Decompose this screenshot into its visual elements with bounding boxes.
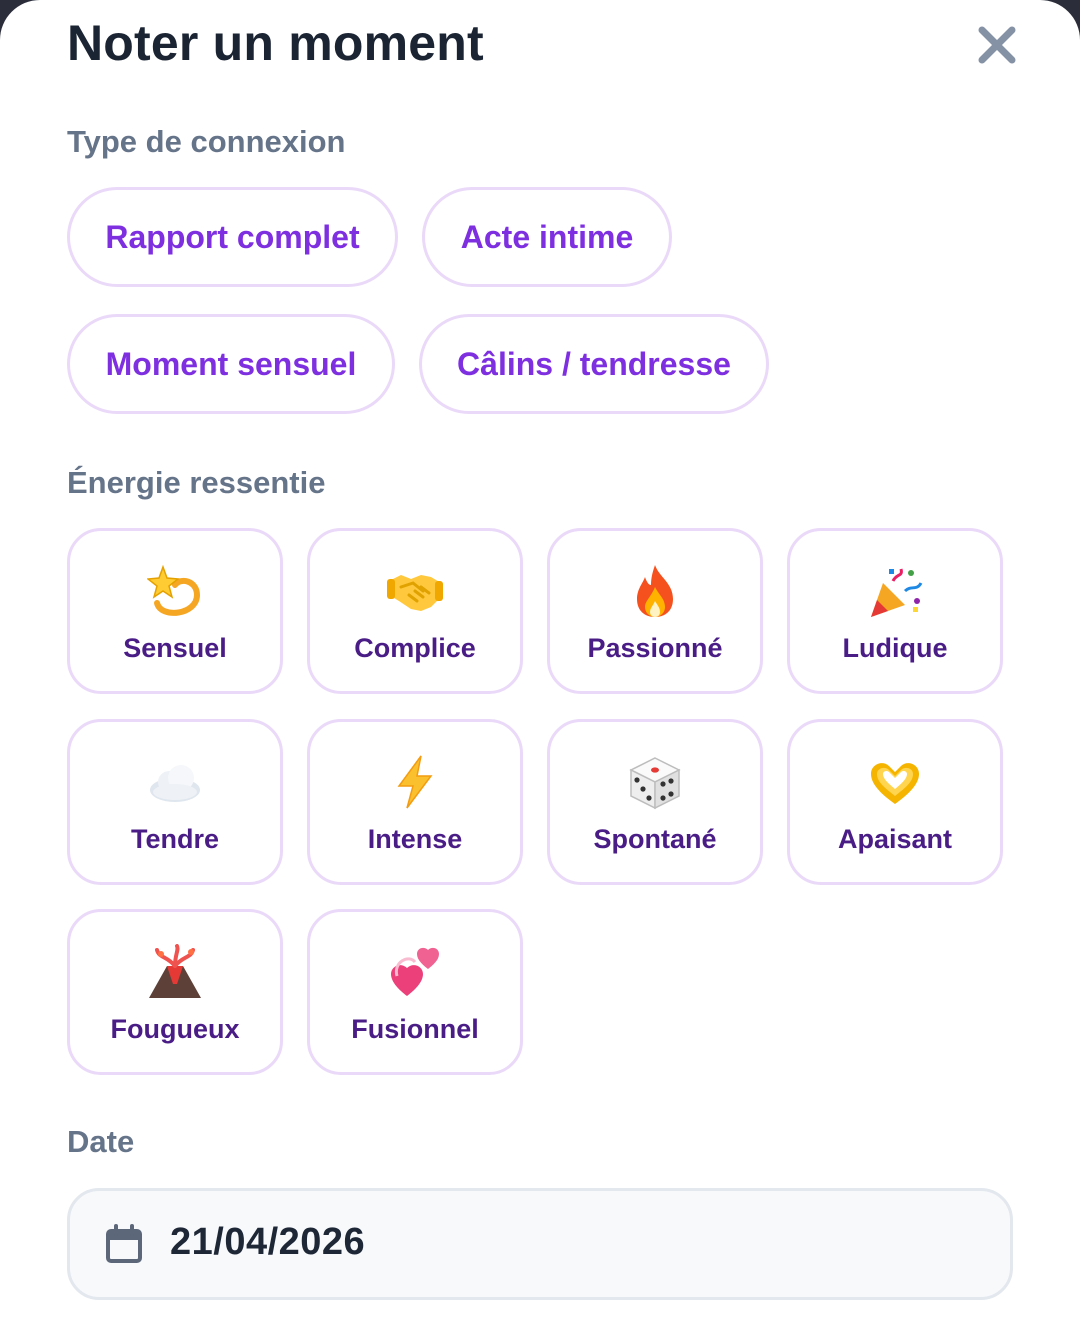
fire-icon (550, 565, 760, 617)
energy-card-sensuel[interactable]: Sensuel (67, 528, 283, 694)
energy-card-tendre[interactable]: Tendre (67, 719, 283, 885)
moment-sheet: Noter un moment Type de connexion Rappor… (0, 0, 1080, 1338)
heart-hands-icon (790, 756, 1000, 808)
energy-card-fougueux[interactable]: Fougueux (67, 909, 283, 1075)
energy-card-ludique[interactable]: Ludique (787, 528, 1003, 694)
energy-card-label: Ludique (842, 633, 948, 663)
two-hearts-icon (310, 946, 520, 998)
date-field[interactable]: 21/04/2026 (67, 1188, 1013, 1300)
energy-card-apaisant[interactable]: Apaisant (787, 719, 1003, 885)
page-title: Noter un moment (67, 15, 484, 71)
party-popper-icon (790, 565, 1000, 617)
energy-card-fusionnel[interactable]: Fusionnel (307, 909, 523, 1075)
connection-option-moment-sensuel[interactable]: Moment sensuel (67, 314, 395, 414)
energy-card-label: Tendre (130, 824, 219, 854)
cloud-icon (70, 756, 280, 808)
calendar-icon (106, 1224, 142, 1263)
close-button[interactable] (972, 20, 1022, 70)
energy-card-label: Fougueux (110, 1014, 240, 1044)
energy-card-label: Fusionnel (351, 1014, 479, 1044)
energy-card-intense[interactable]: Intense (307, 719, 523, 885)
volcano-icon (70, 944, 280, 998)
connection-type-label: Type de connexion (67, 124, 346, 159)
handshake-icon (310, 565, 520, 617)
energy-card-label: Spontané (593, 824, 717, 854)
energy-card-label: Complice (354, 633, 476, 663)
date-value: 21/04/2026 (170, 1221, 366, 1263)
energy-card-label: Intense (367, 824, 463, 854)
lightning-icon (310, 755, 520, 809)
energy-card-spontane[interactable]: Spontané (547, 719, 763, 885)
energy-card-label: Sensuel (123, 633, 227, 663)
energy-card-passionne[interactable]: Passionné (547, 528, 763, 694)
die-icon (550, 756, 760, 810)
energy-label: Énergie ressentie (67, 465, 326, 500)
close-icon (978, 26, 1016, 64)
connection-option-acte-intime[interactable]: Acte intime (422, 187, 672, 287)
energy-card-complice[interactable]: Complice (307, 528, 523, 694)
connection-option-rapport-complet[interactable]: Rapport complet (67, 187, 398, 287)
date-label: Date (67, 1124, 135, 1159)
dizzy-star-icon (70, 564, 280, 617)
connection-option-calins-tendresse[interactable]: Câlins / tendresse (419, 314, 769, 414)
energy-card-label: Apaisant (837, 824, 953, 854)
energy-card-label: Passionné (587, 633, 723, 663)
